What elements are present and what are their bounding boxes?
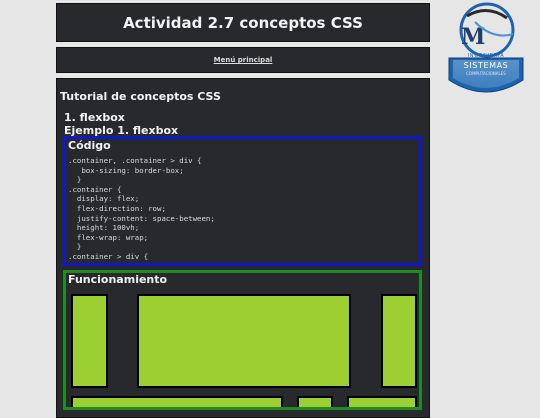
flex-item-2 bbox=[137, 294, 351, 388]
flex-item-1 bbox=[71, 294, 108, 388]
code-panel[interactable]: Código .container, .container > div { bo… bbox=[63, 136, 422, 266]
logo-text-2: SISTEMAS bbox=[464, 61, 509, 70]
logo-text-3: COMPUTACIONALES bbox=[466, 71, 506, 76]
code-caption: Código bbox=[68, 139, 111, 152]
flex-item-6 bbox=[347, 396, 417, 407]
logo-text-1: INGENIERÍA bbox=[468, 52, 505, 59]
page-title: Actividad 2.7 conceptos CSS bbox=[123, 13, 363, 32]
page-header: Actividad 2.7 conceptos CSS bbox=[56, 3, 430, 42]
tutorial-title: Tutorial de conceptos CSS bbox=[60, 90, 221, 103]
code-block: .container, .container > div { box-sizin… bbox=[68, 156, 215, 263]
flex-item-5 bbox=[297, 396, 333, 407]
nav-bar: Menú principal bbox=[56, 47, 430, 73]
section-heading: 1. flexbox Ejemplo 1. flexbox bbox=[64, 111, 178, 137]
demo-caption: Funcionamiento bbox=[68, 273, 168, 286]
flex-item-4 bbox=[71, 396, 283, 407]
main-menu-link[interactable]: Menú principal bbox=[214, 56, 273, 64]
section-title: 1. flexbox bbox=[64, 111, 125, 124]
school-logo: M INGENIERÍA SISTEMAS COMPUTACIONALES bbox=[445, 0, 527, 108]
demo-panel: Funcionamiento bbox=[63, 270, 422, 410]
main-content: Tutorial de conceptos CSS 1. flexbox Eje… bbox=[56, 78, 430, 418]
flex-item-3 bbox=[381, 294, 417, 388]
